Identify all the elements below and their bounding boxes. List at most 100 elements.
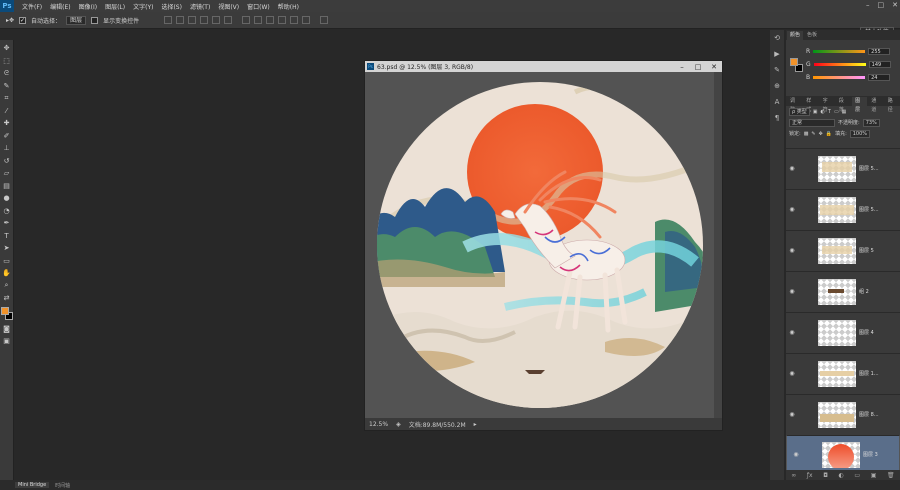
tab-layers[interactable]: 图层 [852, 97, 868, 113]
brush-tool-icon[interactable]: ✐ [2, 130, 12, 143]
filter-smart-icon[interactable]: ▦ [842, 109, 847, 115]
layer-row[interactable]: ◉ 图层 8... [786, 394, 900, 434]
menu-select[interactable]: 选择(S) [157, 2, 186, 11]
menu-edit[interactable]: 编辑(E) [46, 2, 74, 11]
type-tool-icon[interactable]: T [2, 230, 12, 243]
paragraph-panel-icon[interactable]: ¶ [775, 114, 779, 122]
lock-image-icon[interactable]: ✎ [811, 131, 815, 137]
tab-paragraph[interactable]: 段落 [835, 97, 852, 113]
red-slider[interactable] [813, 50, 866, 53]
blend-mode-dropdown[interactable]: 正常 [789, 118, 835, 127]
menu-help[interactable]: 帮助(H) [274, 2, 303, 11]
distribute-bottom-icon[interactable] [266, 16, 275, 24]
visibility-eye-icon[interactable]: ◉ [786, 165, 798, 172]
brush-panel-icon[interactable]: ✎ [774, 66, 780, 74]
menu-image[interactable]: 图像(I) [75, 2, 101, 11]
move-tool-icon[interactable]: ▸✥ [6, 17, 14, 24]
document-titlebar[interactable]: Ps 63.psd @ 12.5% (图层 3, RGB/8) – □ ✕ [365, 61, 722, 72]
layer-row[interactable]: ◉ 图层 5... [786, 148, 900, 188]
auto-select-checkbox[interactable]: ✓ [19, 16, 27, 24]
marquee-tool-icon[interactable]: ⬚ [2, 55, 12, 68]
zoom-tool-icon[interactable]: ⌕ [2, 280, 12, 293]
transform-controls-checkbox[interactable] [91, 16, 99, 24]
visibility-eye-icon[interactable]: ◉ [786, 370, 798, 377]
visibility-eye-icon[interactable]: ◉ [790, 451, 802, 459]
crop-tool-icon[interactable]: ⌗ [2, 92, 12, 105]
layer-row[interactable]: ◉ 图层 5... [786, 189, 900, 229]
adjustment-layer-icon[interactable]: ◐ [839, 472, 844, 479]
menu-type[interactable]: 文字(Y) [129, 2, 157, 11]
distribute-vcenter-icon[interactable] [254, 16, 263, 24]
maximize-button[interactable]: □ [878, 1, 885, 9]
tab-timeline[interactable]: 时间轴 [55, 482, 70, 489]
align-hcenter-icon[interactable] [212, 16, 221, 24]
blue-value-field[interactable]: 24 [868, 74, 891, 81]
tab-mini-bridge[interactable]: Mini Bridge [15, 482, 50, 488]
lasso-tool-icon[interactable]: ᘓ [2, 67, 12, 80]
move-tool-icon[interactable]: ✥ [2, 42, 12, 55]
tab-paths[interactable]: 路径 [884, 97, 900, 113]
healing-tool-icon[interactable]: ✚ [2, 117, 12, 130]
lock-all-icon[interactable]: 🔒 [826, 131, 832, 137]
menu-layer[interactable]: 图层(L) [101, 2, 129, 11]
new-layer-icon[interactable]: ▣ [871, 472, 877, 479]
foreground-color-swatch[interactable] [0, 306, 9, 315]
doc-status-icon[interactable]: ◈ [396, 421, 401, 428]
tab-color[interactable]: 颜色 [787, 31, 804, 40]
align-top-icon[interactable] [164, 16, 173, 24]
tab-swatches[interactable]: 色板 [804, 31, 821, 40]
layer-row[interactable]: ◉ 图层 4 [786, 312, 900, 352]
fill-field[interactable]: 100% [849, 129, 871, 138]
auto-align-icon[interactable] [320, 16, 329, 24]
layer-kind-filter[interactable]: ρ 类型 [789, 107, 810, 116]
document-canvas[interactable] [365, 72, 722, 418]
filter-pixel-icon[interactable]: ▣ [813, 109, 818, 115]
menu-file[interactable]: 文件(F) [18, 2, 46, 11]
character-panel-icon[interactable]: A [775, 98, 780, 106]
eraser-tool-icon[interactable]: ▱ [2, 167, 12, 180]
doc-maximize-button[interactable]: □ [690, 62, 706, 72]
green-value-field[interactable]: 149 [868, 61, 891, 68]
distribute-right-icon[interactable] [302, 16, 311, 24]
add-mask-icon[interactable]: ◘ [823, 472, 828, 479]
opacity-field[interactable]: 73% [862, 118, 880, 127]
visibility-eye-icon[interactable]: ◉ [786, 288, 798, 295]
lock-transparent-icon[interactable]: ▩ [804, 131, 809, 137]
filter-shape-icon[interactable]: ▭ [834, 109, 839, 115]
dodge-tool-icon[interactable]: ◔ [2, 205, 12, 218]
stamp-tool-icon[interactable]: ⊥ [2, 142, 12, 155]
hand-tool-icon[interactable]: ✋ [2, 267, 12, 280]
auto-select-dropdown[interactable]: 图层 [66, 15, 87, 25]
actions-panel-icon[interactable]: ▶ [774, 50, 779, 58]
menu-window[interactable]: 窗口(W) [243, 2, 274, 11]
tab-character[interactable]: 字符 [819, 97, 835, 113]
filter-type-icon[interactable]: T [828, 109, 831, 115]
path-select-tool-icon[interactable]: ➤ [2, 242, 12, 255]
minimize-button[interactable]: – [866, 1, 870, 9]
distribute-left-icon[interactable] [278, 16, 287, 24]
vertical-scrollbar[interactable] [714, 72, 722, 418]
tab-styles[interactable]: 样式 [803, 97, 819, 113]
link-layers-icon[interactable]: ∞ [791, 472, 796, 479]
eyedropper-tool-icon[interactable]: ⁄ [2, 105, 12, 118]
visibility-eye-icon[interactable]: ◉ [786, 411, 798, 418]
foreground-background-colors[interactable] [0, 306, 13, 321]
close-button[interactable]: ✕ [892, 1, 898, 9]
delete-layer-icon[interactable]: 🗑 [887, 472, 895, 479]
foreground-color-swatch[interactable] [790, 58, 798, 66]
layer-row[interactable]: ◉ 组 2 [786, 271, 900, 311]
lock-position-icon[interactable]: ✥ [819, 131, 823, 137]
gradient-tool-icon[interactable]: ▤ [2, 180, 12, 193]
zoom-level[interactable]: 12.5% [369, 421, 388, 428]
menu-view[interactable]: 视图(V) [214, 2, 243, 11]
history-panel-icon[interactable]: ⟲ [774, 34, 780, 42]
layer-row[interactable]: ◉ 图层 5 [786, 230, 900, 270]
align-vcenter-icon[interactable] [176, 16, 185, 24]
align-right-icon[interactable] [224, 16, 233, 24]
visibility-eye-icon[interactable]: ◉ [786, 329, 798, 336]
screen-mode-icon[interactable]: ▣ [2, 335, 12, 348]
shape-tool-icon[interactable]: ▭ [2, 255, 12, 268]
new-group-icon[interactable]: ▭ [854, 472, 860, 479]
pen-tool-icon[interactable]: ✒ [2, 217, 12, 230]
layer-row-selected[interactable]: ◉ 图层 3 [786, 435, 900, 475]
